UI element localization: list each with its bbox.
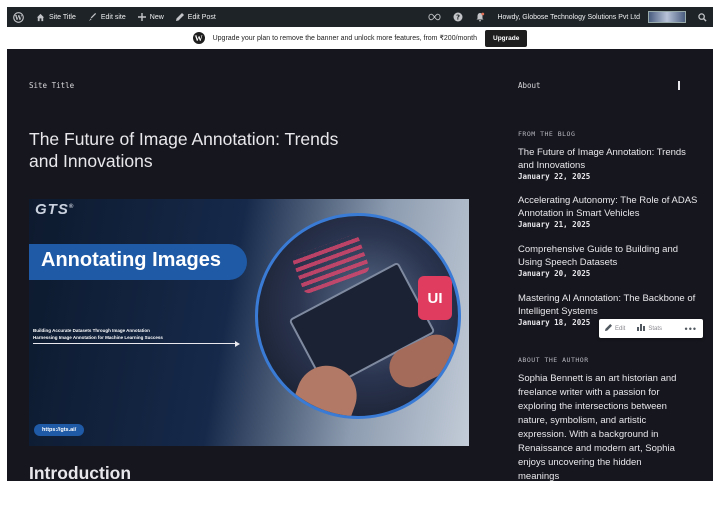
admin-bar: W Site Title Edit site New Edit Post ? H…: [7, 7, 713, 27]
ui-badge: UI: [418, 276, 452, 320]
new-content-link[interactable]: New: [132, 7, 170, 27]
pencil-icon: [175, 13, 184, 21]
blog-post-item[interactable]: Accelerating Autonomy: The Role of ADAS …: [518, 194, 698, 229]
edit-site-link[interactable]: Edit site: [82, 7, 132, 27]
wordpress-logo-icon: W: [192, 32, 205, 44]
wordpress-menu[interactable]: W: [7, 7, 30, 27]
site-title-label: Site Title: [49, 13, 76, 21]
site-title[interactable]: Site Title: [29, 81, 74, 90]
arrow-head-icon: [235, 341, 240, 347]
banner-text: Upgrade your plan to remove the banner a…: [212, 35, 477, 42]
svg-text:?: ?: [456, 14, 460, 22]
wordpress-icon: W: [13, 11, 24, 23]
site-content: Site Title About The Future of Image Ann…: [7, 49, 713, 481]
search-icon: [698, 12, 707, 22]
reader-link[interactable]: [422, 7, 447, 27]
blog-post-date: January 20, 2025: [518, 269, 591, 278]
blog-post-item[interactable]: Comprehensive Guide to Building and Usin…: [518, 243, 698, 278]
stats-button[interactable]: Stats: [631, 324, 668, 333]
featured-headline: Annotating Images: [41, 249, 222, 271]
notifications-button[interactable]: [469, 7, 491, 27]
edit-post-label: Edit Post: [187, 13, 216, 21]
edit-site-label: Edit site: [100, 13, 126, 21]
laptop-photo: UI: [255, 213, 461, 419]
avatar: [648, 11, 686, 23]
about-the-author-heading: ABOUT THE AUTHOR: [518, 356, 589, 364]
admin-bar-right: ? Howdy, Globose Technology Solutions Pv…: [422, 7, 713, 27]
featured-subline-1: Building Accurate Datasets Through Image…: [33, 328, 150, 333]
gts-logo: GTS®: [35, 201, 75, 218]
svg-text:W: W: [14, 13, 23, 21]
from-the-blog-heading: FROM THE BLOG: [518, 130, 576, 138]
introduction-heading: Introduction: [29, 463, 132, 481]
nav-about-link[interactable]: About: [518, 81, 541, 90]
more-options-button[interactable]: •••: [685, 324, 703, 334]
edit-post-link[interactable]: Edit Post: [170, 7, 222, 27]
brush-icon: [88, 12, 97, 22]
blog-post-item[interactable]: The Future of Image Annotation: Trends a…: [518, 146, 698, 181]
block-floating-toolbar: Edit Stats •••: [599, 319, 703, 338]
author-bio: Sophia Bennett is an art historian and f…: [518, 373, 677, 481]
blog-post-title[interactable]: The Future of Image Annotation: Trends a…: [518, 146, 698, 172]
blog-post-title[interactable]: Mastering AI Annotation: The Backbone of…: [518, 292, 698, 318]
search-button[interactable]: [692, 7, 713, 27]
infinity-icon: [428, 13, 441, 21]
menu-toggle[interactable]: [678, 81, 680, 90]
featured-headline-pill: Annotating Images: [29, 244, 247, 280]
my-account[interactable]: Howdy, Globose Technology Solutions Pvt …: [491, 7, 692, 27]
browser-viewport: W Site Title Edit site New Edit Post ? H…: [7, 7, 713, 481]
blog-post-title[interactable]: Comprehensive Guide to Building and Usin…: [518, 243, 698, 269]
arrow-line: [33, 343, 237, 344]
edit-button[interactable]: Edit: [599, 324, 631, 333]
post-title: The Future of Image Annotation: Trends a…: [29, 129, 339, 171]
edit-label: Edit: [615, 325, 626, 332]
blog-post-title[interactable]: Accelerating Autonomy: The Role of ADAS …: [518, 194, 698, 220]
home-icon: [36, 13, 45, 22]
help-icon: ?: [453, 12, 463, 22]
plus-icon: [137, 13, 146, 21]
pencil-icon: [605, 324, 612, 333]
featured-url: https://gts.ai/: [34, 424, 85, 436]
upgrade-banner: W Upgrade your plan to remove the banner…: [7, 27, 713, 49]
blog-post-date: January 21, 2025: [518, 220, 591, 229]
new-label: New: [149, 13, 164, 21]
help-button[interactable]: ?: [447, 7, 469, 27]
notification-icon: [475, 12, 485, 22]
stats-label: Stats: [648, 325, 663, 332]
featured-subline-2: Harnessing Image Annotation for Machine …: [33, 335, 163, 340]
howdy-label: Howdy, Globose Technology Solutions Pvt …: [497, 13, 640, 21]
blog-post-date: January 22, 2025: [518, 172, 591, 181]
upgrade-button[interactable]: Upgrade: [485, 29, 528, 47]
site-title-link[interactable]: Site Title: [30, 7, 82, 27]
featured-image: GTS® Annotating Images Building Accurate…: [29, 199, 469, 446]
bar-chart-icon: [637, 324, 646, 333]
